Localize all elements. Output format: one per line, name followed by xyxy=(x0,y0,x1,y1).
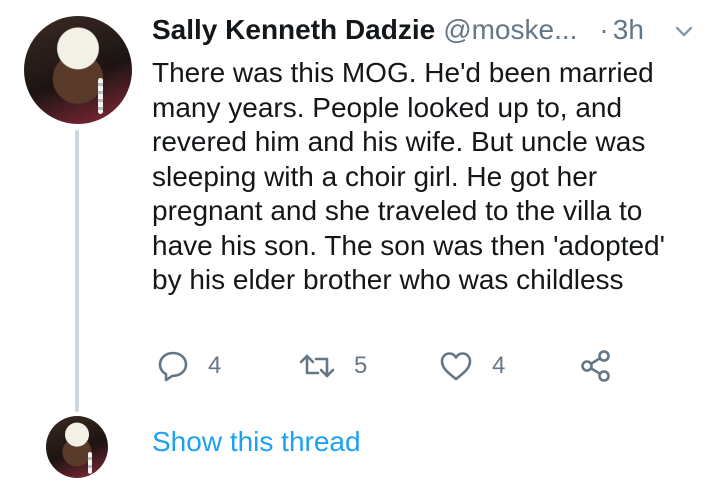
tweet-header: Sally Kenneth Dadzie @moske... · 3h xyxy=(152,12,644,48)
tweet-text-line: by his elder brother who was childless xyxy=(152,264,624,295)
like-count: 4 xyxy=(492,352,506,379)
tweet-timestamp[interactable]: 3h xyxy=(613,14,644,46)
share-button[interactable] xyxy=(580,346,612,386)
reply-button[interactable]: 4 xyxy=(156,346,221,386)
tweet-text-line: pregnant and she traveled to the villa t… xyxy=(152,195,643,226)
tweet-text: There was this MOG. He'd been married ma… xyxy=(152,56,697,298)
share-icon xyxy=(580,349,612,383)
tweet-text-line: There was this MOG. He'd been married xyxy=(152,57,654,88)
author-avatar[interactable] xyxy=(24,16,132,124)
reply-icon xyxy=(156,349,190,383)
retweet-icon xyxy=(298,349,336,383)
tweet-text-line: sleeping with a choir girl. He got her xyxy=(152,160,598,192)
avatar-earring xyxy=(98,78,103,114)
tweet-text-line: have his son. The son was then 'adopted' xyxy=(152,229,665,261)
heart-icon xyxy=(438,349,474,383)
author-handle[interactable]: @moske... xyxy=(443,14,577,46)
show-thread-link[interactable]: Show this thread xyxy=(152,426,361,458)
tweet-text-line: revered him and his wife. But uncle was xyxy=(152,126,646,157)
thread-author-avatar[interactable] xyxy=(46,416,108,478)
retweet-button[interactable]: 5 xyxy=(298,346,367,386)
reply-count: 4 xyxy=(208,352,222,379)
avatar-earring xyxy=(88,452,92,474)
thread-connector-line xyxy=(75,130,79,412)
time-separator: · xyxy=(599,14,609,45)
author-name[interactable]: Sally Kenneth Dadzie xyxy=(152,14,435,46)
tweet-text-line: many years. People looked up to, and xyxy=(152,91,623,123)
like-button[interactable]: 4 xyxy=(438,346,505,386)
retweet-count: 5 xyxy=(354,352,368,379)
chevron-down-icon[interactable] xyxy=(674,22,694,42)
